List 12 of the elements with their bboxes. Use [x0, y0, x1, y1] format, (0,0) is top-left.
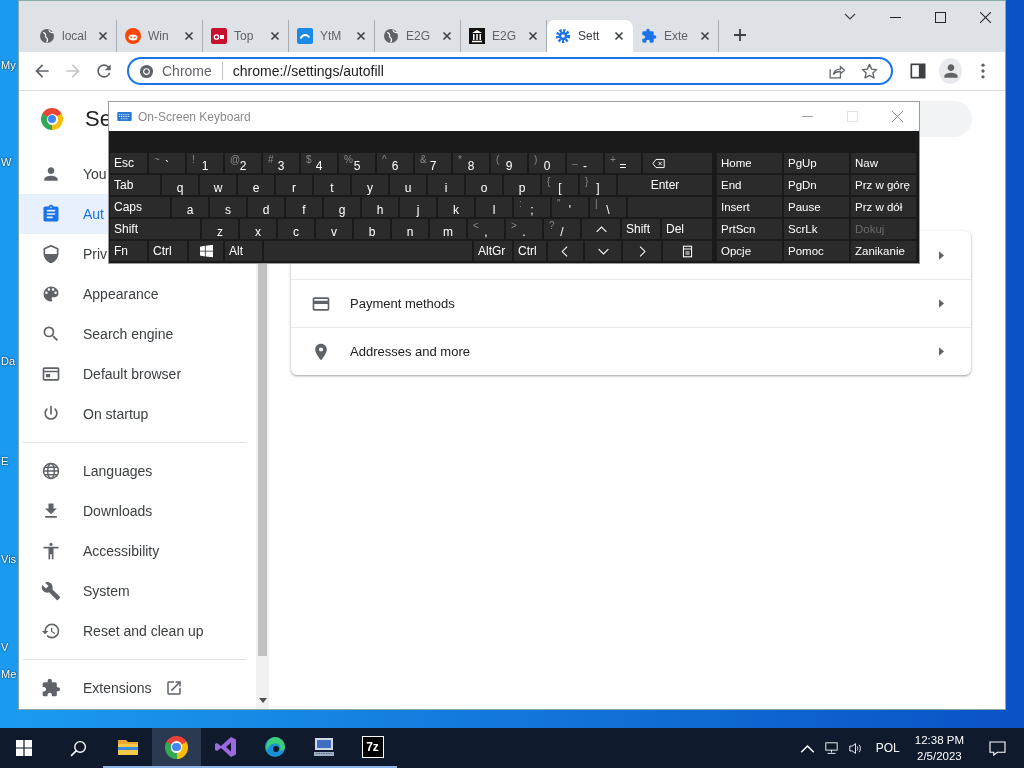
- window-title: On-Screen Keyboard: [138, 109, 251, 124]
- tab-title: E2G: [406, 29, 431, 43]
- tab-title: local: [62, 29, 88, 43]
- tab-title: E2G: [492, 29, 517, 43]
- url-text: chrome://settings/autofill: [232, 63, 385, 79]
- tab-title: Sett: [578, 29, 601, 43]
- site-label: Chrome: [162, 63, 212, 79]
- tab-title: YtM: [320, 29, 343, 43]
- tab-title: Top: [234, 29, 255, 43]
- tab-title: Win: [148, 29, 170, 43]
- tab-title: Exte: [664, 29, 689, 43]
- archive-icon: 7z: [361, 736, 384, 758]
